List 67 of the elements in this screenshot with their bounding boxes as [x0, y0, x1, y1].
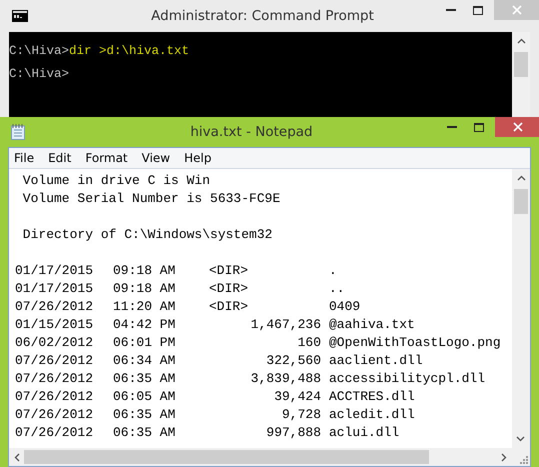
- close-icon: [512, 122, 522, 132]
- date-text: 01/17/2015: [15, 262, 94, 280]
- menu-item[interactable]: File: [9, 148, 42, 168]
- menu-item[interactable]: Edit: [41, 148, 78, 168]
- date-text: 07/26/2012: [15, 388, 94, 406]
- time-text: 06:05 AM: [113, 388, 176, 406]
- date-text: 07/26/2012: [15, 298, 94, 316]
- time-text: 06:35 AM: [113, 406, 176, 424]
- time-text: 06:34 AM: [113, 352, 176, 370]
- command-text: dir >d:\hiva.txt: [69, 44, 190, 58]
- window-title: hiva.txt - Notepad: [189, 124, 314, 140]
- date-text: 01/15/2015: [15, 316, 94, 334]
- maximize-icon: [472, 6, 482, 14]
- date-text: 07/26/2012: [15, 406, 94, 424]
- size-text: 3,839,488: [250, 370, 321, 388]
- dir-marker: <DIR>: [209, 298, 250, 316]
- console-icon: [12, 10, 28, 22]
- size-text: 997,888: [265, 424, 321, 442]
- text-line: Volume in drive C is Win: [22, 173, 210, 188]
- time-text: 06:35 AM: [113, 370, 176, 388]
- size-text: 160: [296, 334, 321, 352]
- file-name: acledit.dll: [329, 406, 415, 424]
- window-title: Administrator: Command Prompt: [150, 8, 375, 24]
- size-text: 322,560: [265, 352, 321, 370]
- scroll-thumb[interactable]: [24, 450, 429, 464]
- date-text: 07/26/2012: [15, 352, 94, 370]
- dir-marker: <DIR>: [209, 262, 250, 280]
- scroll-thumb[interactable]: [514, 189, 528, 214]
- file-name: ACCTRES.dll: [329, 388, 415, 406]
- time-text: 09:18 AM: [113, 280, 176, 298]
- prompt-text: C:\Hiva>: [9, 44, 70, 58]
- file-name: aaclient.dll: [329, 352, 423, 370]
- file-name: ..: [329, 280, 345, 298]
- date-text: 07/26/2012: [15, 424, 94, 442]
- vertical-scrollbar[interactable]: [512, 169, 530, 448]
- grip-icon: [520, 456, 528, 464]
- menu-item[interactable]: Help: [177, 148, 218, 168]
- size-text: 9,728: [280, 406, 321, 424]
- file-name: @OpenWithToastLogo.png: [329, 334, 501, 352]
- minimize-icon: [446, 126, 456, 128]
- time-text: 09:18 AM: [113, 262, 176, 280]
- close-icon: [512, 5, 522, 15]
- file-name: 0409: [329, 298, 360, 316]
- time-text: 11:20 AM: [113, 298, 176, 316]
- time-text: 06:01 PM: [113, 334, 176, 352]
- time-text: 06:35 AM: [113, 424, 176, 442]
- date-text: 07/26/2012: [15, 370, 94, 388]
- maximize-icon: [474, 122, 484, 132]
- menu-item[interactable]: View: [134, 148, 178, 168]
- date-text: 06/02/2012: [15, 334, 94, 352]
- size-text: 39,424: [273, 388, 321, 406]
- close-button[interactable]: [495, 117, 539, 137]
- size-text: 1,467,236: [250, 316, 321, 334]
- text-line: Volume Serial Number is 5633-FC9E: [22, 191, 280, 206]
- notepad-icon: [11, 124, 25, 140]
- horizontal-scrollbar[interactable]: [9, 448, 512, 466]
- file-name: aclui.dll: [329, 424, 400, 442]
- file-name: .: [329, 262, 337, 280]
- file-name: accessibilitycpl.dll: [329, 370, 486, 388]
- file-name: @aahiva.txt: [329, 316, 415, 334]
- text-line: Directory of C:\Windows\system32: [22, 227, 272, 242]
- minimize-icon: [446, 9, 456, 11]
- dir-marker: <DIR>: [209, 280, 250, 298]
- prompt-text: C:\Hiva>: [9, 67, 70, 81]
- date-text: 01/17/2015: [15, 280, 94, 298]
- time-text: 04:42 PM: [113, 316, 176, 334]
- menu-item[interactable]: Format: [78, 148, 135, 168]
